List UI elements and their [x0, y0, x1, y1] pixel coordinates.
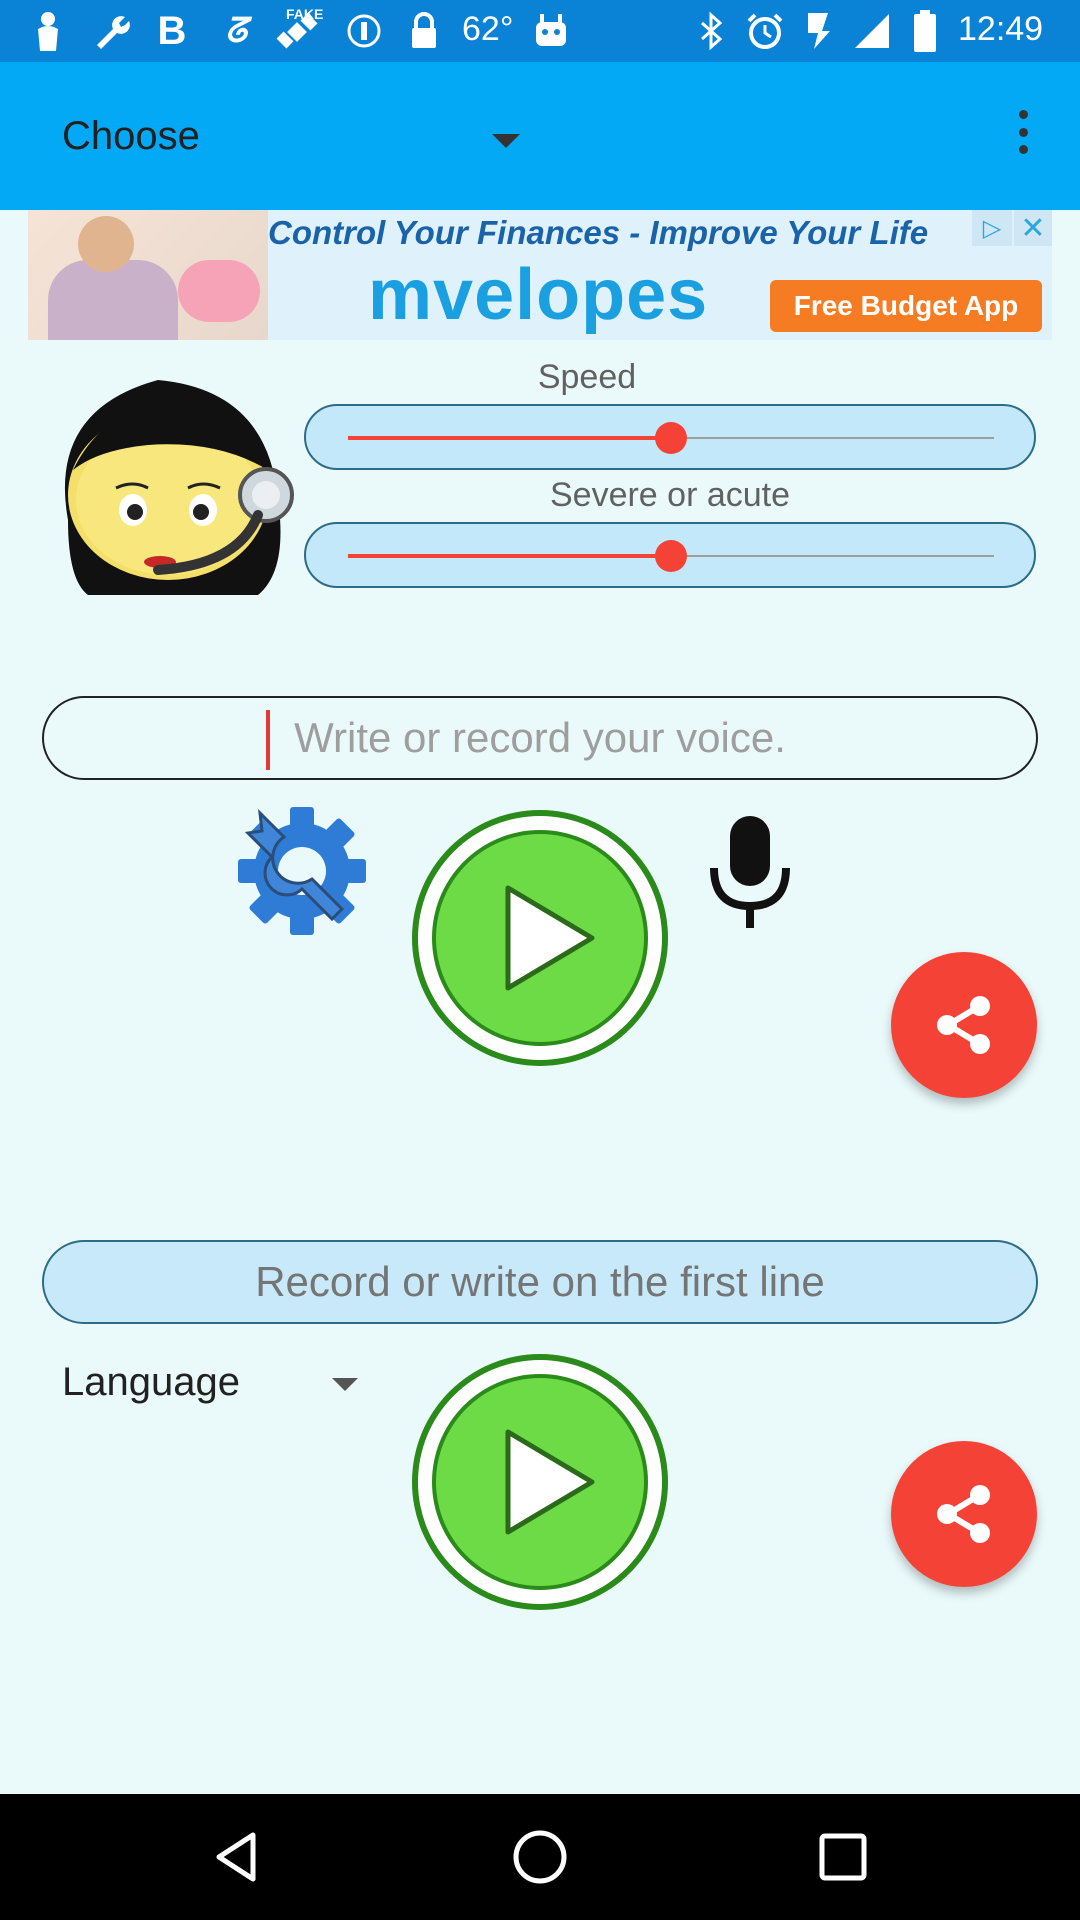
- text-cursor: [266, 710, 270, 770]
- play-button[interactable]: [408, 806, 672, 1070]
- recents-icon[interactable]: [808, 1822, 878, 1892]
- text-input-placeholder: Write or record your voice.: [294, 714, 786, 761]
- speed-thumb[interactable]: [655, 422, 687, 454]
- microphone-icon[interactable]: [700, 812, 800, 932]
- share-icon: [937, 1485, 990, 1543]
- chevron-down-icon[interactable]: [492, 134, 520, 148]
- temperature-text: 62°: [462, 10, 514, 48]
- adchoices-icon[interactable]: ▷: [972, 210, 1012, 246]
- ad-tagline: Control Your Finances - Improve Your Lif…: [268, 214, 929, 251]
- ad-image: [28, 210, 268, 340]
- alarm-icon: [744, 8, 786, 54]
- ad-close-icon[interactable]: ✕: [1014, 210, 1052, 246]
- settings-gear-icon[interactable]: [232, 804, 372, 938]
- ad-banner[interactable]: Control Your Finances - Improve Your Lif…: [28, 210, 1052, 340]
- home-icon[interactable]: [505, 1822, 575, 1892]
- text-input[interactable]: Write or record your voice.: [42, 696, 1038, 780]
- person-icon: [30, 8, 66, 54]
- bluetooth-icon: [694, 8, 730, 54]
- status-bar: B ᘔ FAKE 62° 12:49: [0, 0, 1080, 62]
- navigation-bar: [0, 1794, 1080, 1920]
- bold-b-icon: B: [157, 8, 187, 53]
- share-button[interactable]: [891, 952, 1037, 1098]
- fake-label: FAKE: [286, 6, 324, 22]
- play-button-translation[interactable]: [408, 1350, 672, 1614]
- share-icon: [937, 996, 990, 1054]
- choose-dropdown[interactable]: Choose: [62, 114, 200, 159]
- overflow-menu-icon[interactable]: [1008, 102, 1038, 162]
- android-robot-icon: [530, 8, 572, 54]
- battery-icon: [910, 8, 940, 54]
- ad-cta-button[interactable]: Free Budget App: [770, 280, 1042, 332]
- pitch-thumb[interactable]: [655, 540, 687, 572]
- info-circle-icon: [344, 8, 384, 54]
- vibrate-icon: [800, 8, 836, 54]
- language-dropdown[interactable]: Language: [62, 1360, 240, 1405]
- lock-icon: [406, 8, 442, 54]
- speed-fill: [348, 436, 671, 440]
- output-text-box[interactable]: Record or write on the first line: [42, 1240, 1038, 1324]
- chevron-down-icon[interactable]: [332, 1378, 358, 1391]
- pitch-fill: [348, 554, 671, 558]
- speed-slider[interactable]: [304, 404, 1036, 470]
- wrench-icon: [88, 8, 134, 54]
- back-icon[interactable]: [202, 1822, 272, 1892]
- signal-icon: [852, 8, 892, 54]
- operator-avatar: [48, 370, 298, 600]
- ad-brand: mvelopes: [368, 255, 709, 335]
- clock-text: 12:49: [958, 10, 1044, 48]
- swipe-icon: ᘔ: [225, 11, 247, 50]
- share-button-translation[interactable]: [891, 1441, 1037, 1587]
- pitch-slider[interactable]: [304, 522, 1036, 588]
- pitch-label: Severe or acute: [549, 476, 791, 514]
- app-bar: Choose: [0, 62, 1080, 210]
- speed-label: Speed: [537, 358, 637, 396]
